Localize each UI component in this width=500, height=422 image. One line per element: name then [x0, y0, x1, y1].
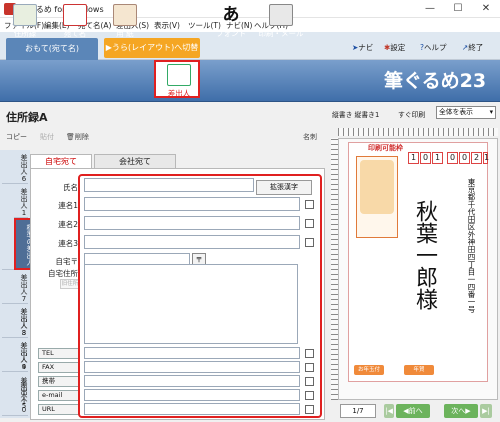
toolbar-print-mail[interactable]: 印刷・メール: [258, 2, 304, 40]
zip-digit: 0: [459, 152, 470, 164]
last-page-button[interactable]: ▶|: [480, 404, 492, 418]
paste-button[interactable]: 貼付: [40, 132, 54, 142]
toolbar-font[interactable]: あ フォント: [208, 2, 254, 40]
name-label: 氏名: [63, 183, 78, 192]
home-postal-label: 自宅〒: [55, 257, 79, 266]
navi-button[interactable]: ➤ナビ: [352, 42, 373, 53]
help-button[interactable]: ?ヘルプ: [420, 42, 446, 53]
menu-view[interactable]: 表示(V): [154, 20, 180, 31]
writing-direction-label[interactable]: 縦書き 縦書き1: [332, 109, 379, 119]
vertical-ruler: [331, 138, 338, 400]
zip-digit: 0: [420, 152, 431, 164]
postcard-icon: [63, 4, 87, 26]
zip-digit: 1: [408, 152, 419, 164]
email-select[interactable]: e-mail: [38, 390, 80, 401]
printer-icon: [269, 4, 293, 26]
settings-button[interactable]: ✱設定: [384, 42, 405, 53]
joint-name-2-label: 連名2: [58, 220, 78, 229]
app-window: 筆ぐるめ for Windows — ☐ ✕ ファイル(F) 編集(E) 宛て名…: [0, 0, 500, 422]
business-card-label: 名刺: [303, 133, 317, 141]
toolbar-addressee[interactable]: 宛て名: [52, 2, 98, 40]
delete-button[interactable]: 🗑削除: [66, 132, 89, 142]
zoom-select[interactable]: 全体を表示 ▾: [436, 106, 496, 119]
mobile-select[interactable]: 携帯: [38, 376, 80, 387]
tab-company-address[interactable]: 会社宛て: [94, 154, 176, 168]
lottery-mark: 年賀: [404, 365, 434, 375]
toolbar-paper[interactable]: 用 紙: [102, 2, 148, 40]
close-button[interactable]: ✕: [472, 0, 500, 18]
zip-digit: 1: [432, 152, 443, 164]
toolbar-sender[interactable]: 差出人: [154, 60, 200, 98]
zip-digit: 0: [447, 152, 458, 164]
joint-name-3-label: 連名3: [58, 239, 78, 248]
maximize-button[interactable]: ☐: [444, 0, 472, 18]
url-select[interactable]: URL: [38, 404, 80, 415]
recipient-address: 東京都千代田区外神田四丁目一四番一号: [467, 178, 476, 313]
panel-title: 住所録A: [6, 111, 48, 124]
joint-name-1-label: 連名1: [58, 201, 78, 210]
trash-icon: 🗑: [66, 133, 75, 141]
vtab-sender-1[interactable]: 差出人1: [14, 184, 28, 218]
minimize-button[interactable]: —: [416, 0, 444, 18]
highlight-frame: [78, 174, 322, 418]
quick-print-button[interactable]: すぐ印刷: [398, 109, 425, 119]
home-address-label: 自宅住所: [48, 269, 78, 278]
tel-select[interactable]: TEL: [38, 348, 80, 359]
fax-select[interactable]: FAX: [38, 362, 80, 373]
page-indicator: 1/7: [340, 404, 376, 418]
zip-digit: 2: [471, 152, 482, 164]
switch-to-back-layout-button[interactable]: ▶うら(レイアウト)へ切替: [104, 38, 200, 58]
vtab-sender-6[interactable]: 差出人6: [2, 150, 28, 184]
toolbar-address-book[interactable]: 住所録: [2, 2, 48, 40]
old-address-button[interactable]: 旧住所: [60, 279, 80, 289]
zip-digit: 1: [483, 152, 490, 164]
exit-button[interactable]: ↗終了: [462, 42, 483, 53]
tab-front-addressee[interactable]: おもて(宛て名): [6, 38, 98, 60]
sender-tab-column: 差出人6 差出人1 差出人2 差出人7 差出人8 差出人3 差出人9 差出人4 …: [0, 150, 30, 418]
first-page-button[interactable]: |◀: [384, 404, 394, 418]
brand-logo: 筆ぐるめ23: [384, 70, 487, 92]
prev-button[interactable]: ◀前へ: [396, 404, 430, 418]
stamp-image: [360, 160, 394, 214]
lottery-mark: お年玉付: [354, 365, 384, 375]
vtab-sender-4[interactable]: 差出人4: [14, 338, 28, 372]
horizontal-ruler: [338, 128, 498, 136]
vtab-sender-5[interactable]: 差出人5: [14, 372, 28, 416]
vtab-sender-7[interactable]: 差出人7: [2, 270, 28, 304]
edit-toolbar: コピー 貼付 🗑削除 名刺: [0, 130, 325, 144]
sender-icon: [167, 64, 191, 86]
chevron-down-icon: ▾: [489, 108, 493, 116]
copy-button[interactable]: コピー: [6, 132, 27, 142]
recipient-name: 秋葉一郎様: [412, 200, 437, 310]
paper-icon: [113, 4, 137, 26]
printable-area-label: 印刷可能枠: [368, 144, 403, 152]
address-book-icon: [13, 4, 37, 26]
tab-home-address[interactable]: 自宅宛て: [30, 154, 92, 168]
font-icon: あ: [222, 5, 240, 25]
vtab-sender-3[interactable]: 差出人3: [14, 304, 28, 338]
next-button[interactable]: 次へ▶: [444, 404, 478, 418]
